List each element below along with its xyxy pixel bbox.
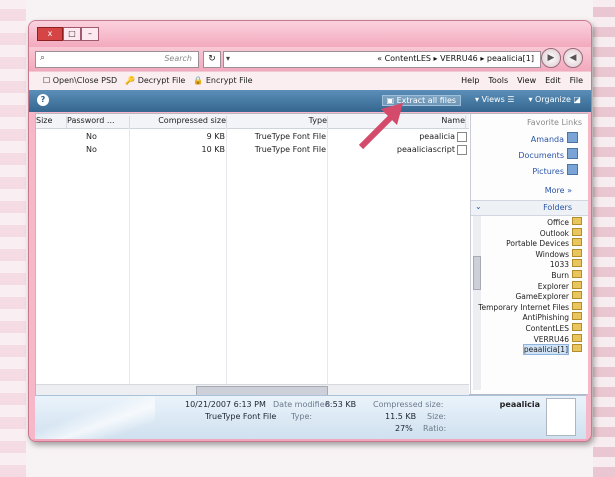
annotation-arrow [358,103,403,150]
explorer-window: x □ – ⌕ Search ↻ ▾ « ContentLES ▸ VERRU4… [28,20,592,442]
wallpaper-left [0,0,26,477]
wallpaper-right [593,0,615,477]
annotation-arrow-shaft [358,110,398,150]
